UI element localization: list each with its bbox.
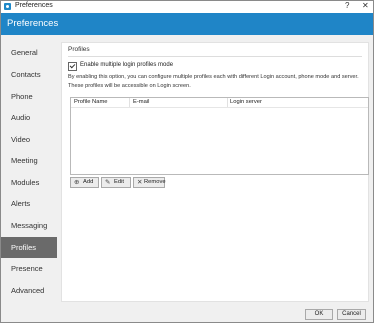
content-area: Profiles Enable multiple login profiles … (57, 35, 373, 322)
sidebar-item-label: Modules (11, 178, 40, 187)
help-button[interactable]: ? (345, 1, 349, 10)
pencil-icon: ✎ (105, 179, 111, 186)
sidebar-item-label: General (11, 48, 38, 57)
sidebar-item-contacts[interactable]: Contacts (1, 64, 57, 85)
window-title: Preferences (15, 2, 53, 9)
sidebar-item-label: Messaging (11, 221, 48, 230)
add-user-icon: ⊕ (74, 179, 80, 186)
remove-button-label: Remove (144, 179, 166, 185)
preferences-window: Preferences ? ✕ Preferences General Cont… (0, 0, 374, 323)
sidebar-item-messaging[interactable]: Messaging (1, 215, 57, 236)
app-logo-icon (4, 3, 11, 10)
column-header-profile-name[interactable]: Profile Name (74, 99, 108, 105)
sidebar-item-profiles[interactable]: Profiles (1, 237, 57, 258)
header-bar: Preferences (1, 13, 373, 35)
profiles-table[interactable]: Profile Name E-mail Login server (70, 97, 369, 175)
column-divider[interactable] (129, 98, 130, 107)
sidebar-item-video[interactable]: Video (1, 129, 57, 150)
column-header-login-server[interactable]: Login server (230, 99, 262, 105)
sidebar-item-label: Advanced (11, 286, 45, 295)
page-title: Preferences (7, 18, 59, 29)
column-header-email[interactable]: E-mail (133, 99, 149, 105)
enable-profiles-label: Enable multiple login profiles mode (80, 62, 174, 68)
remove-button[interactable]: ✕ Remove (133, 177, 166, 188)
sidebar-item-meeting[interactable]: Meeting (1, 150, 57, 171)
edit-button[interactable]: ✎ Edit (101, 177, 131, 188)
sidebar-item-modules[interactable]: Modules (1, 172, 57, 193)
section-title: Profiles (68, 46, 90, 53)
table-header: Profile Name E-mail Login server (71, 98, 368, 108)
sidebar-item-phone[interactable]: Phone (1, 86, 57, 107)
sidebar-item-label: Video (11, 135, 31, 144)
close-window-button[interactable]: ✕ (362, 1, 369, 10)
ok-button[interactable]: OK (305, 309, 333, 320)
divider (68, 56, 362, 57)
sidebar-item-alerts[interactable]: Alerts (1, 193, 57, 214)
edit-button-label: Edit (114, 179, 124, 185)
sidebar-item-label: Profiles (11, 243, 37, 252)
profiles-panel: Profiles Enable multiple login profiles … (61, 42, 369, 302)
sidebar-item-label: Alerts (11, 199, 31, 208)
sidebar-item-audio[interactable]: Audio (1, 107, 57, 128)
enable-profiles-checkbox[interactable] (68, 62, 77, 71)
sidebar-item-label: Meeting (11, 156, 38, 165)
sidebar-item-general[interactable]: General (1, 42, 57, 63)
sidebar: General Contacts Phone Audio Video Meeti… (1, 35, 57, 322)
sidebar-item-presence[interactable]: Presence (1, 258, 57, 279)
cancel-button[interactable]: Cancel (337, 309, 366, 320)
add-button-label: Add (83, 179, 94, 185)
sidebar-item-label: Audio (11, 113, 31, 122)
sidebar-item-label: Presence (11, 264, 43, 273)
add-button[interactable]: ⊕ Add (70, 177, 99, 188)
sidebar-item-advanced[interactable]: Advanced (1, 280, 57, 301)
description-line-1: By enabling this option, you can configu… (68, 74, 359, 80)
title-bar: Preferences ? ✕ (1, 1, 373, 13)
description-line-2: These profiles will be accessible on Log… (68, 83, 191, 89)
column-divider[interactable] (227, 98, 228, 107)
sidebar-item-label: Phone (11, 92, 33, 101)
close-icon: ✕ (137, 179, 143, 186)
sidebar-item-label: Contacts (11, 70, 41, 79)
